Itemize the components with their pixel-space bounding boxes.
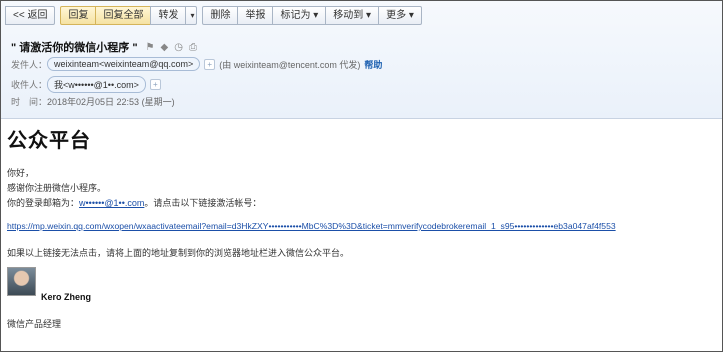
from-row: 发件人： weixinteam<weixinteam@qq.com> + (由 … [11, 57, 382, 71]
login-suffix: 。请点击以下链接激活帐号： [144, 198, 262, 208]
email-subject: " 请激活你的微信小程序 " [11, 42, 138, 54]
subject-icons: ⚑ ◆ ◷ ⎙ [146, 42, 197, 53]
content-heading: 公众平台 [7, 130, 91, 152]
clock-icon[interactable]: ◷ [174, 42, 183, 53]
more-button[interactable]: 更多 ▾ [378, 6, 422, 25]
reply-all-button[interactable]: 回复全部 [95, 6, 152, 25]
greeting-text: 你好， [7, 168, 35, 178]
sender-chip[interactable]: weixinteam<weixinteam@qq.com> [47, 57, 201, 71]
login-email-line: 你的登录邮箱为：w••••••@1••.com。请点击以下链接激活帐号： [7, 196, 261, 209]
report-button[interactable]: 举报 [237, 6, 274, 25]
avatar [7, 267, 36, 296]
delete-button[interactable]: 删除 [202, 6, 239, 25]
help-link[interactable]: 帮助 [364, 58, 382, 71]
mark-as-button[interactable]: 标记为 ▾ [272, 6, 327, 25]
email-subject-row: " 请激活你的微信小程序 " ⚑ ◆ ◷ ⎙ [11, 39, 197, 55]
proxy-sender-text: (由 weixinteam@tencent.com 代发) [219, 59, 361, 70]
reply-group: 回复 回复全部 转发 ▾ [60, 6, 198, 26]
fallback-text: 如果以上链接无法点击，请将上面的地址复制到你的浏览器地址栏进入微信公众平台。 [7, 248, 350, 258]
signature-title: 微信产品经理 [7, 319, 62, 329]
move-to-button[interactable]: 移动到 ▾ [325, 6, 380, 25]
thanks-text: 感谢你注册微信小程序。 [7, 183, 107, 193]
reply-button[interactable]: 回复 [60, 6, 97, 25]
back-group: << 返回 [5, 6, 56, 26]
add-contact-icon[interactable]: + [149, 79, 161, 90]
back-button[interactable]: << 返回 [5, 6, 56, 25]
signature-name: Kero Zheng [41, 292, 92, 302]
email-header: << 返回 回复 回复全部 转发 ▾ 删除 举报 标记为 ▾ 移动到 ▾ 更多 … [1, 1, 722, 119]
forward-dropdown-button[interactable]: ▾ [185, 6, 198, 25]
tag-icon[interactable]: ◆ [161, 42, 169, 53]
toolbar: << 返回 回复 回复全部 转发 ▾ 删除 举报 标记为 ▾ 移动到 ▾ 更多 … [5, 6, 427, 26]
forward-button[interactable]: 转发 [150, 6, 187, 25]
print-icon[interactable]: ⎙ [189, 42, 197, 53]
activation-link[interactable]: https://mp.weixin.qq.com/wxopen/wxaactiv… [7, 221, 616, 231]
time-label: 时 间： [11, 97, 48, 107]
login-email-link[interactable]: w••••••@1••.com [79, 198, 144, 208]
action-group: 删除 举报 标记为 ▾ 移动到 ▾ 更多 ▾ [202, 6, 422, 26]
to-row: 收件人： 我<w••••••@1••.com> + [11, 76, 161, 93]
login-prefix: 你的登录邮箱为： [7, 198, 80, 208]
recipient-chip[interactable]: 我<w••••••@1••.com> [47, 76, 146, 93]
to-label: 收件人： [11, 80, 48, 90]
time-row: 时 间： 2018年02月05日 22:53 (星期一) [11, 95, 175, 108]
time-value: 2018年02月05日 22:53 (星期一) [47, 97, 175, 107]
from-label: 发件人： [11, 59, 48, 70]
add-contact-icon[interactable]: + [204, 58, 216, 70]
flag-icon[interactable]: ⚑ [146, 42, 155, 53]
